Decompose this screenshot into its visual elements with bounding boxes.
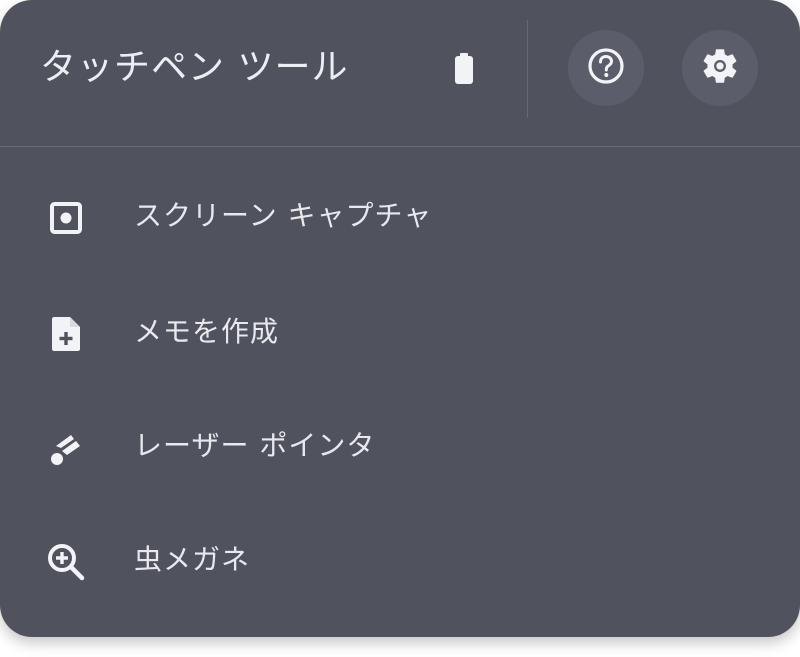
battery-icon xyxy=(450,50,478,88)
help-button[interactable] xyxy=(568,30,644,106)
laser-pointer-icon xyxy=(44,426,88,470)
menu-item-magnifier[interactable]: 虫メガネ xyxy=(0,508,800,608)
magnifier-icon xyxy=(44,540,88,584)
panel-title: タッチペン ツール xyxy=(40,47,349,88)
menu-item-label: レーザー ポインタ xyxy=(134,429,376,462)
panel-header: タッチペン ツール xyxy=(0,0,800,146)
gear-icon xyxy=(699,45,741,91)
settings-button[interactable] xyxy=(682,30,758,106)
help-icon xyxy=(586,46,626,90)
stylus-tools-panel: タッチペン ツール スクリーン キャプチャ メモを作成 レーザー ポインタ 虫メ… xyxy=(0,0,800,637)
menu-item-create-note[interactable]: メモを作成 xyxy=(0,280,800,380)
menu-item-label: スクリーン キャプチャ xyxy=(134,199,433,232)
menu-item-label: 虫メガネ xyxy=(134,543,251,576)
note-add-icon xyxy=(44,312,88,356)
menu-item-label: メモを作成 xyxy=(134,315,280,348)
menu-item-laser-pointer[interactable]: レーザー ポインタ xyxy=(0,394,800,494)
menu-item-screen-capture[interactable]: スクリーン キャプチャ xyxy=(0,164,800,264)
screen-capture-icon xyxy=(44,196,88,240)
header-separator xyxy=(0,146,800,147)
header-divider xyxy=(527,20,528,118)
